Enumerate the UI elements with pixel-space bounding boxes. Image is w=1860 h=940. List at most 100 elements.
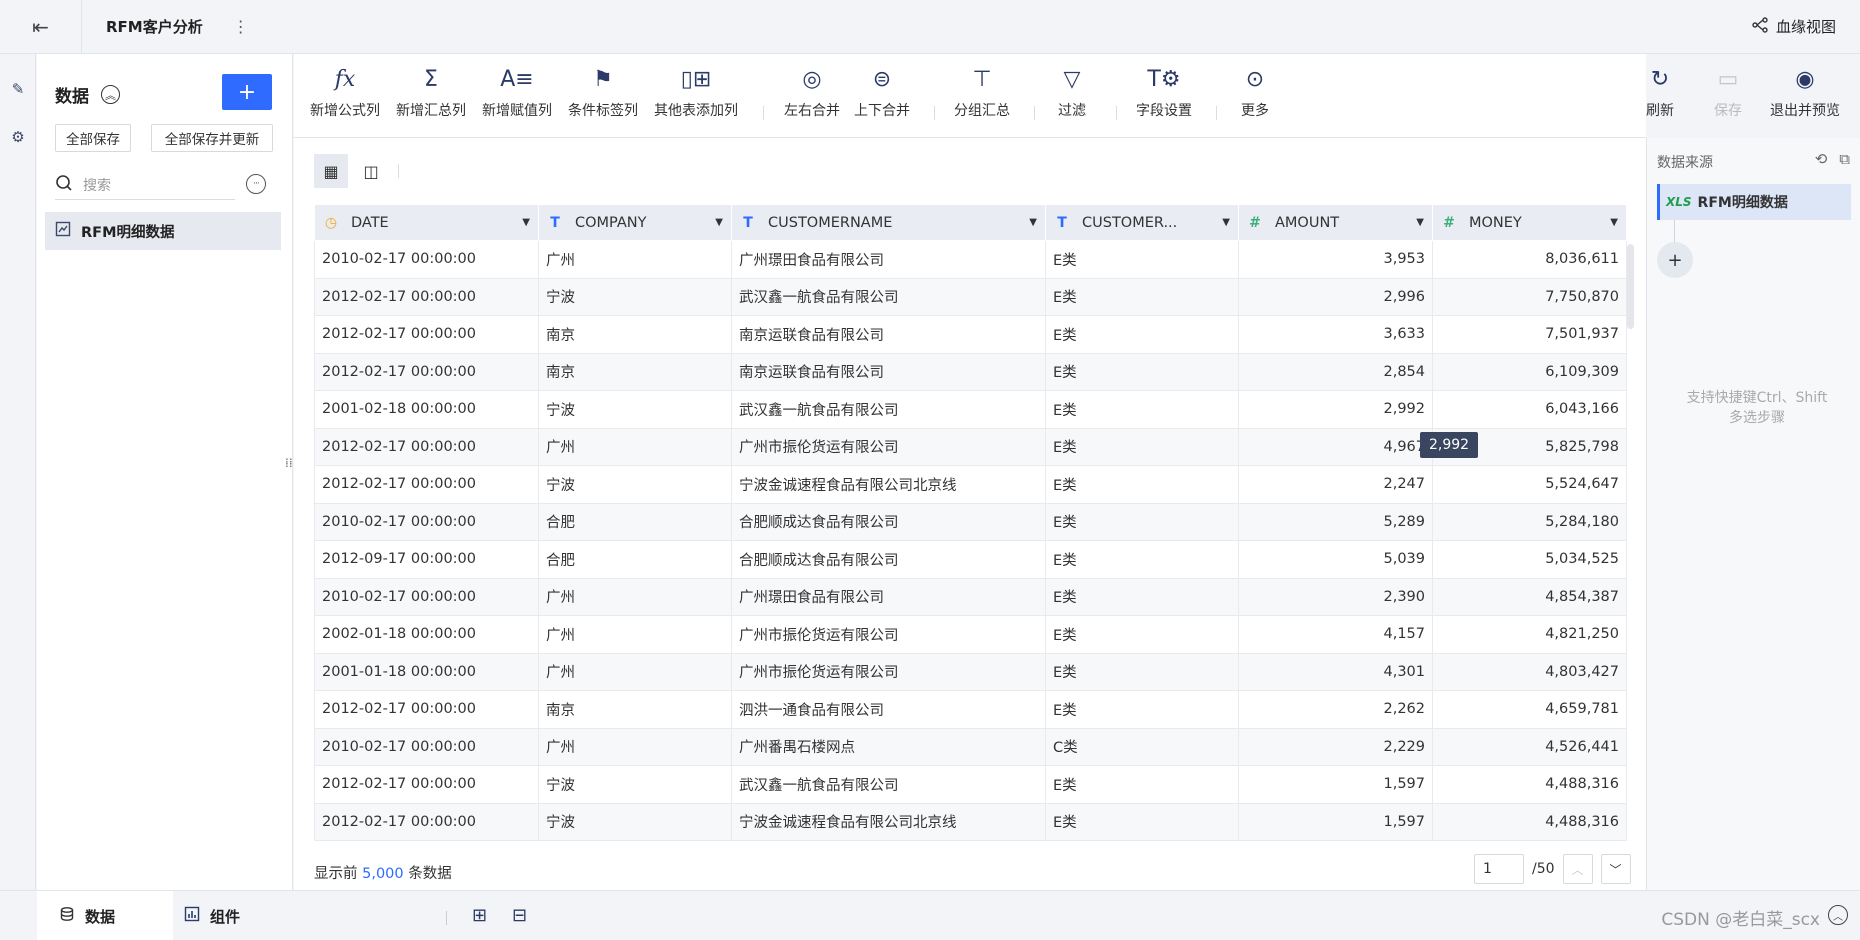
page-up-button[interactable]: ︿ [1562, 854, 1593, 884]
table-row[interactable]: 2012-02-17 00:00:00 南京 南京运联食品有限公司 E类 2,854 6,… [314, 352, 1627, 391]
history-icon[interactable]: ⟲ [1815, 150, 1828, 168]
table-cell[interactable]: 广州璟田食品有限公司 [731, 577, 1046, 616]
table-cell[interactable]: 2,992 [1238, 390, 1433, 429]
caret-down-icon[interactable]: ▼ [1222, 217, 1230, 228]
table-row[interactable]: 2001-02-18 00:00:00 宁波 武汉鑫一航食品有限公司 E类 2,992 6… [314, 390, 1627, 429]
add-formula-column-button[interactable]: fx 新增公式列 [310, 66, 380, 120]
table-row[interactable]: 2012-02-17 00:00:00 南京 泗洪一通食品有限公司 E类 2,262 4,… [314, 690, 1627, 729]
column-header[interactable]: T CUSTOMERNAME ▼ [731, 204, 1046, 241]
table-cell[interactable]: 4,659,781 [1432, 690, 1627, 729]
add-data-button[interactable]: + [222, 74, 272, 110]
page-down-button[interactable]: ﹀ [1600, 854, 1631, 884]
table-cell[interactable]: 武汉鑫一航食品有限公司 [731, 765, 1046, 804]
table-cell[interactable]: 广州番禺石楼网点 [731, 727, 1046, 766]
table-cell[interactable]: 合肥 [538, 540, 732, 579]
add-summary-column-button[interactable]: Σ 新增汇总列 [396, 66, 466, 120]
merge-up-down-button[interactable]: ⊜ 上下合并 [854, 66, 910, 120]
column-header[interactable]: # AMOUNT ▼ [1238, 204, 1433, 241]
table-cell[interactable]: 南京运联食品有限公司 [731, 315, 1046, 354]
table-cell[interactable]: 广州璟田食品有限公司 [731, 240, 1046, 279]
table-row[interactable]: 2012-09-17 00:00:00 合肥 合肥顺成达食品有限公司 E类 5,039 5… [314, 540, 1627, 579]
table-cell[interactable]: 6,109,309 [1432, 352, 1627, 391]
table-cell[interactable]: 宁波金诚速程食品有限公司北京线 [731, 802, 1046, 841]
table-cell[interactable]: E类 [1045, 315, 1239, 354]
column-header[interactable]: T CUSTOMER... ▼ [1045, 204, 1239, 241]
lineage-view-button[interactable]: 血缘视图 [1752, 16, 1836, 37]
table-row[interactable]: 2001-01-18 00:00:00 广州 广州市振伦货运有限公司 E类 4,301 4… [314, 652, 1627, 691]
table-cell[interactable]: 广州市振伦货运有限公司 [731, 652, 1046, 691]
tab-data[interactable]: 数据 [37, 891, 173, 940]
table-cell[interactable]: 合肥顺成达食品有限公司 [731, 502, 1046, 541]
table-cell[interactable]: 2010-02-17 00:00:00 [314, 727, 539, 766]
filter-button[interactable]: ▽ 过滤 [1058, 66, 1086, 120]
tab-components[interactable]: 组件 [184, 891, 240, 940]
settings-flow-icon[interactable]: ⚙ [8, 128, 28, 148]
table-cell[interactable]: 2012-02-17 00:00:00 [314, 427, 539, 466]
exit-icon[interactable]: ⇤ [0, 0, 82, 54]
table-cell[interactable]: 南京运联食品有限公司 [731, 352, 1046, 391]
table-cell[interactable]: 2001-01-18 00:00:00 [314, 652, 539, 691]
vertical-scrollbar[interactable] [1627, 244, 1634, 329]
table-cell[interactable]: E类 [1045, 502, 1239, 541]
table-cell[interactable]: 2012-02-17 00:00:00 [314, 802, 539, 841]
caret-down-icon[interactable]: ▼ [522, 217, 530, 228]
table-cell[interactable]: 宁波 [538, 390, 732, 429]
table-cell[interactable]: 2012-02-17 00:00:00 [314, 690, 539, 729]
table-cell[interactable]: 广州市振伦货运有限公司 [731, 615, 1046, 654]
table-cell[interactable]: E类 [1045, 577, 1239, 616]
table-cell[interactable]: E类 [1045, 765, 1239, 804]
table-cell[interactable]: 2012-02-17 00:00:00 [314, 315, 539, 354]
table-cell[interactable]: 5,284,180 [1432, 502, 1627, 541]
table-cell[interactable]: 广州市振伦货运有限公司 [731, 427, 1046, 466]
table-cell[interactable]: 宁波 [538, 465, 732, 504]
table-cell[interactable]: 2010-02-17 00:00:00 [314, 577, 539, 616]
step-data-source[interactable]: XLS RFM明细数据 [1657, 184, 1851, 220]
table-cell[interactable]: E类 [1045, 390, 1239, 429]
save-all-update-button[interactable]: 全部保存并更新 [151, 124, 273, 152]
table-row[interactable]: 2010-02-17 00:00:00 合肥 合肥顺成达食品有限公司 E类 5,289 5… [314, 502, 1627, 541]
table-cell[interactable]: E类 [1045, 615, 1239, 654]
grid-view-toggle[interactable]: ▦ [314, 154, 348, 188]
table-cell[interactable]: 1,597 [1238, 802, 1433, 841]
table-cell[interactable]: E类 [1045, 802, 1239, 841]
table-cell[interactable]: 宁波 [538, 277, 732, 316]
table-cell[interactable]: 3,633 [1238, 315, 1433, 354]
expand-icon[interactable]: ⧉ [1839, 150, 1850, 168]
table-cell[interactable]: 5,289 [1238, 502, 1433, 541]
table-cell[interactable]: 宁波 [538, 765, 732, 804]
table-cell[interactable]: 4,488,316 [1432, 765, 1627, 804]
table-row[interactable]: 2012-02-17 00:00:00 宁波 宁波金诚速程食品有限公司北京线 E类 2,… [314, 465, 1627, 504]
table-cell[interactable]: 2,390 [1238, 577, 1433, 616]
table-cell[interactable]: 2010-02-17 00:00:00 [314, 502, 539, 541]
table-cell[interactable]: 5,039 [1238, 540, 1433, 579]
merge-left-right-button[interactable]: ◎ 左右合并 [784, 66, 840, 120]
caret-down-icon[interactable]: ▼ [1029, 217, 1037, 228]
table-cell[interactable]: C类 [1045, 727, 1239, 766]
table-row[interactable]: 2010-02-17 00:00:00 广州 广州番禺石楼网点 C类 2,229 4,52… [314, 727, 1627, 766]
column-header[interactable]: # MONEY ▼ [1432, 204, 1627, 241]
table-cell[interactable]: 泗洪一通食品有限公司 [731, 690, 1046, 729]
table-cell[interactable]: 7,750,870 [1432, 277, 1627, 316]
table-cell[interactable]: 南京 [538, 352, 732, 391]
table-cell[interactable]: 4,157 [1238, 615, 1433, 654]
table-cell[interactable]: E类 [1045, 240, 1239, 279]
collapse-up-icon[interactable]: ︽ [101, 85, 120, 104]
table-cell[interactable]: E类 [1045, 652, 1239, 691]
table-cell[interactable]: 4,488,316 [1432, 802, 1627, 841]
table-cell[interactable]: 武汉鑫一航食品有限公司 [731, 277, 1046, 316]
table-cell[interactable]: 2012-02-17 00:00:00 [314, 465, 539, 504]
table-cell[interactable]: 4,854,387 [1432, 577, 1627, 616]
table-cell[interactable]: 6,043,166 [1432, 390, 1627, 429]
table-cell[interactable]: 1,597 [1238, 765, 1433, 804]
table-row[interactable]: 2002-01-18 00:00:00 广州 广州市振伦货运有限公司 E类 4,157 4… [314, 615, 1627, 654]
table-cell[interactable]: 广州 [538, 577, 732, 616]
table-cell[interactable]: 2,247 [1238, 465, 1433, 504]
table-row[interactable]: 2012-02-17 00:00:00 宁波 武汉鑫一航食品有限公司 E类 1,597 4… [314, 765, 1627, 804]
refresh-button[interactable]: ↻ 刷新 [1646, 66, 1674, 120]
column-header[interactable]: T COMPANY ▼ [538, 204, 732, 241]
table-cell[interactable]: 2012-02-17 00:00:00 [314, 277, 539, 316]
data-item-rfm[interactable]: RFM明细数据 [45, 212, 281, 250]
layout-view-toggle[interactable]: ◫ [354, 154, 388, 188]
condition-tag-column-button[interactable]: ⚑ 条件标签列 [568, 66, 638, 120]
table-cell[interactable]: 合肥 [538, 502, 732, 541]
